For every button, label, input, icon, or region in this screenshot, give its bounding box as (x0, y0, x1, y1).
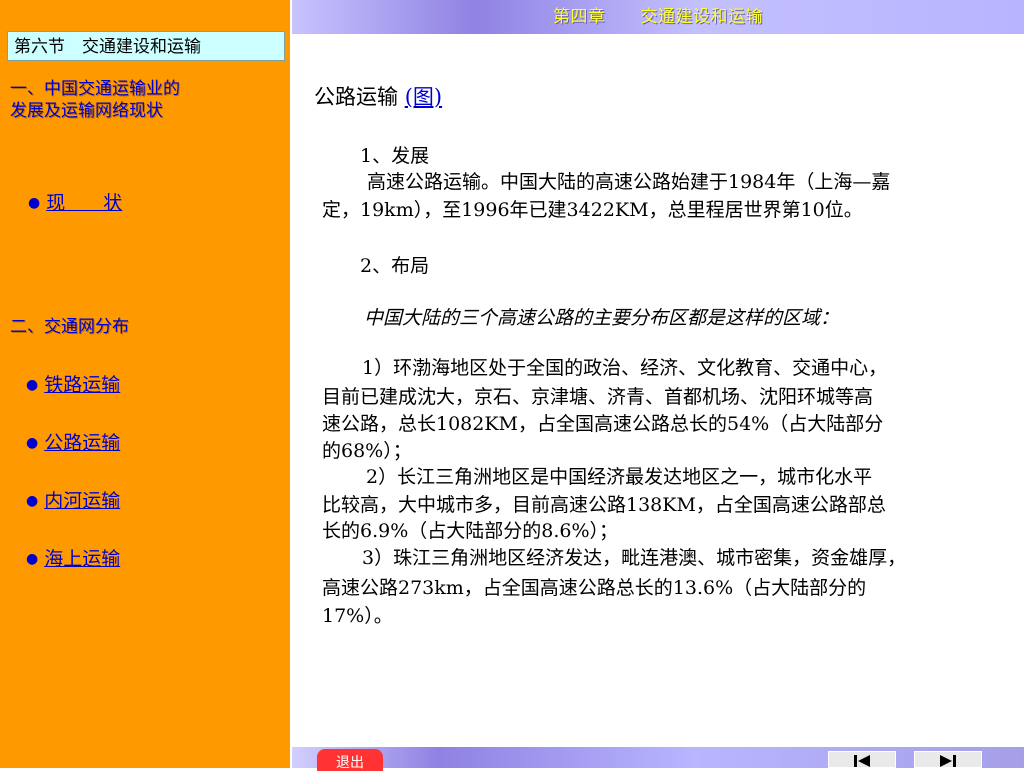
section-title: 第六节 交通建设和运输 (7, 31, 285, 61)
sidebar-item-river[interactable]: ● 内河运输 (26, 489, 120, 513)
development-text-line2: 定，19km），至1996年已建3422KM，总里程居世界第10位。 (322, 199, 863, 221)
header-bar: 第四章 交通建设和运输 (292, 0, 1024, 34)
bullet-icon: ● (28, 195, 41, 211)
item2-line1: 2）长江三角洲地区是中国经济最发达地区之一，城市化水平 (366, 466, 873, 488)
sidebar-item-label[interactable]: 公路运输 (44, 431, 120, 455)
item1-line4: 的68%）； (322, 440, 412, 462)
development-heading: 1、发展 (360, 145, 430, 167)
item1-line1: 1）环渤海地区处于全国的政治、经济、文化教育、交通中心， (362, 357, 888, 379)
skip-to-first-icon (854, 755, 870, 767)
sidebar-heading-network: 二、交通网分布 (10, 317, 129, 337)
last-page-button[interactable] (914, 751, 982, 768)
skip-to-last-icon (940, 755, 956, 767)
bullet-icon: ● (26, 377, 39, 393)
bullet-icon: ● (26, 493, 39, 509)
item3-line3: 17%）。 (322, 605, 393, 627)
sidebar-item-sea[interactable]: ● 海上运输 (26, 547, 120, 571)
item3-line2: 高速公路273km，占全国高速公路总长的13.6%（占大陆部分的 (322, 577, 867, 599)
item3-line1: 3）珠江三角洲地区经济发达，毗连港澳、城市密集，资金雄厚， (362, 547, 907, 569)
sidebar-item-label[interactable]: 海上运输 (44, 547, 120, 571)
sidebar-item-label[interactable]: 铁路运输 (44, 373, 120, 397)
page-title-text: 公路运输 (314, 85, 398, 109)
layout-heading: 2、布局 (360, 255, 430, 277)
item1-line3: 速公路，总长1082KM，占全国高速公路总长的54%（占大陆部分 (322, 413, 884, 435)
sidebar-item-label[interactable]: 现 状 (46, 191, 122, 215)
bullet-icon: ● (26, 435, 39, 451)
layout-intro: 中国大陆的三个高速公路的主要分布区都是这样的区域： (364, 307, 840, 329)
item2-line2: 比较高，大中城市多，目前高速公路138KM，占全国高速公路部总 (322, 494, 886, 516)
chapter-title: 第四章 交通建设和运输 (553, 7, 763, 27)
development-text-line1: 高速公路运输。中国大陆的高速公路始建于1984年（上海—嘉 (367, 171, 891, 193)
figure-link[interactable]: (图) (405, 85, 442, 109)
sidebar-item-highway[interactable]: ● 公路运输 (26, 431, 120, 455)
item1-line2: 目前已建成沈大，京石、京津塘、济青、首都机场、沈阳环城等高 (322, 386, 874, 408)
sidebar-heading-line2: 发展及运输网络现状 (10, 101, 163, 121)
bullet-icon: ● (26, 551, 39, 567)
sidebar-heading-status: 一、中国交通运输业的 发展及运输网络现状 (10, 78, 180, 122)
sidebar-heading-line1: 一、中国交通运输业的 (10, 79, 180, 99)
item2-line3: 长的6.9%（占大陆部分的8.6%）； (322, 520, 619, 542)
sidebar-item-label[interactable]: 内河运输 (44, 489, 120, 513)
sidebar-item-railway[interactable]: ● 铁路运输 (26, 373, 120, 397)
page-title: 公路运输 (图) (314, 84, 442, 110)
sidebar-item-status[interactable]: ● 现 状 (28, 191, 122, 215)
first-page-button[interactable] (828, 751, 896, 768)
